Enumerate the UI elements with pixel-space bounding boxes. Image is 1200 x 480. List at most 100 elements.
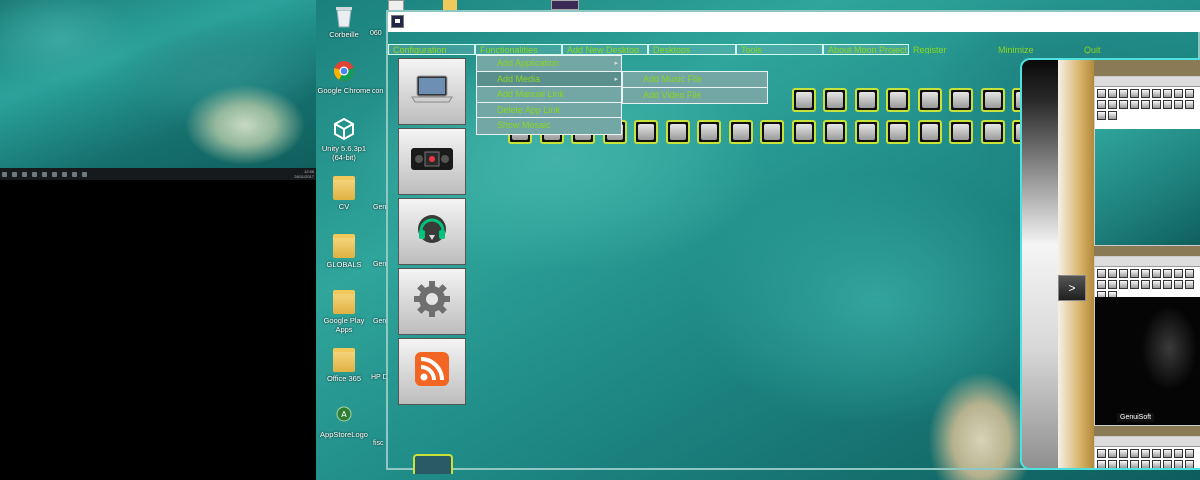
- app-shortcut-tile[interactable]: [823, 88, 847, 112]
- preview-app-icon: [1141, 100, 1150, 109]
- app-shortcut-tile[interactable]: [981, 120, 1005, 144]
- menu-delete-app-link[interactable]: Delete App Link: [477, 103, 621, 118]
- app-shortcut-icon: [890, 92, 906, 108]
- app-shortcut-tile[interactable]: [918, 120, 942, 144]
- left-monitor: 12:55 28/11/2017: [0, 0, 316, 480]
- desktop-icon-unity[interactable]: Unity 5.6.3p1 (64-bit): [316, 117, 372, 162]
- preview-app-icon: [1097, 460, 1106, 468]
- app-shortcut-icon: [985, 92, 1001, 108]
- preview-app-icon: [1108, 449, 1117, 458]
- desktop-icon-label: GLOBALS: [326, 260, 362, 269]
- menu-quit[interactable]: Quit: [1083, 44, 1200, 55]
- app-shortcut-tile[interactable]: [634, 120, 658, 144]
- desktop-icon-label-truncated[interactable]: Gen: [373, 204, 386, 211]
- preview-app-icon: [1119, 89, 1128, 98]
- menu-show-mosaic[interactable]: Show Mosaic: [477, 118, 621, 134]
- menu-desktops[interactable]: Desktops: [648, 44, 736, 55]
- desktop-preview-2[interactable]: GenuiSoft: [1094, 256, 1200, 426]
- app-shortcut-tile[interactable]: [792, 88, 816, 112]
- desktop-icon-globals[interactable]: GLOBALS: [316, 234, 372, 269]
- sidebar-tile-settings[interactable]: [398, 268, 466, 335]
- desktop-icon-label-truncated[interactable]: 060: [370, 30, 382, 37]
- desktop-icon-office-365[interactable]: Office 365: [316, 348, 372, 383]
- app-shortcut-tile[interactable]: [823, 120, 847, 144]
- menu-configuration[interactable]: Configuration: [388, 44, 475, 55]
- app-shortcut-tile[interactable]: [981, 88, 1005, 112]
- app-shortcut-tile[interactable]: [760, 120, 784, 144]
- desktop-icon-cv[interactable]: CV: [316, 176, 372, 211]
- menu-register[interactable]: Register: [909, 44, 996, 55]
- preview-wallpaper: [1095, 297, 1200, 425]
- desktop-icon-label: Corbeille: [329, 30, 359, 39]
- app-shortcut-tile[interactable]: [855, 120, 879, 144]
- add-media-submenu: Add Music File Add Video File: [622, 71, 768, 104]
- taskbar-app-icon[interactable]: [52, 171, 57, 177]
- app-shortcut-tile[interactable]: [666, 120, 690, 144]
- preview-app-icon: [1119, 449, 1128, 458]
- app-shortcut-tile[interactable]: [729, 120, 753, 144]
- menu-functionalities[interactable]: Functionalities: [475, 44, 562, 55]
- preview-app-icon: [1163, 269, 1172, 278]
- desktop-icon-label-truncated[interactable]: con: [372, 88, 383, 95]
- desktop-icon-chrome[interactable]: Google Chrome: [316, 60, 372, 95]
- bottom-tile-partial[interactable]: [413, 454, 453, 474]
- app-shortcut-tile[interactable]: [792, 120, 816, 144]
- app-shortcut-icon: [796, 124, 812, 140]
- preview-app-icon: [1097, 269, 1106, 278]
- app-shortcut-tile[interactable]: [855, 88, 879, 112]
- menu-add-manual-link[interactable]: Add Manual Link: [477, 87, 621, 103]
- start-icon[interactable]: [2, 171, 7, 177]
- preview-app-icon: [1141, 269, 1150, 278]
- partial-app-icon[interactable]: [551, 0, 579, 10]
- desktop-icon-label-truncated[interactable]: Gen: [373, 318, 386, 325]
- menu-tools[interactable]: Tools: [736, 44, 823, 55]
- preview-app-icon: [1097, 280, 1106, 289]
- app-shortcut-tile[interactable]: [697, 120, 721, 144]
- sidebar-tile-rss[interactable]: [398, 338, 466, 405]
- sidebar-tile-media[interactable]: [398, 128, 466, 195]
- menu-minimize[interactable]: Minimize: [996, 44, 1083, 55]
- taskbar-clock[interactable]: 12:55 28/11/2017: [294, 169, 314, 179]
- next-desktop-button[interactable]: >: [1058, 275, 1086, 301]
- menu-add-new-desktop[interactable]: Add New Desktop: [562, 44, 648, 55]
- desktop-icon-recycle-bin[interactable]: Corbeille: [316, 4, 372, 39]
- taskbar-app-icon[interactable]: [72, 171, 77, 177]
- preview-app-icon: [1130, 280, 1139, 289]
- menu-add-media[interactable]: Add Media ▸: [477, 71, 621, 87]
- desktop-icon-label-truncated[interactable]: Gen: [373, 261, 386, 268]
- app-shortcut-icon: [859, 124, 875, 140]
- partial-folder-icon[interactable]: [443, 0, 457, 10]
- menu-about[interactable]: About Moon Project: [823, 44, 909, 55]
- taskbar-app-icon[interactable]: [32, 171, 37, 177]
- preview-app-icon: [1174, 269, 1183, 278]
- desktop-preview-1[interactable]: [1094, 76, 1200, 246]
- app-shortcut-tile[interactable]: [949, 88, 973, 112]
- window-titlebar[interactable]: [388, 12, 1200, 32]
- app-shortcut-icon: [827, 124, 843, 140]
- taskbar-app-icon[interactable]: [82, 171, 87, 177]
- app-icon[interactable]: [391, 15, 404, 28]
- app-shortcut-tile[interactable]: [886, 120, 910, 144]
- app-shortcut-tile[interactable]: [918, 88, 942, 112]
- menu-add-application[interactable]: Add Application ▸: [477, 56, 621, 72]
- menu-add-video-file[interactable]: Add Video File: [623, 88, 767, 104]
- desktop-icon-label-truncated[interactable]: fisc: [373, 440, 384, 447]
- taskbar-app-icon[interactable]: [42, 171, 47, 177]
- preview-app-icon: [1108, 460, 1117, 468]
- app-shortcut-tile[interactable]: [886, 88, 910, 112]
- recycle-bin-icon: [333, 4, 355, 28]
- task-view-icon[interactable]: [22, 171, 27, 177]
- app-shortcut-tile[interactable]: [949, 120, 973, 144]
- search-icon[interactable]: [12, 171, 17, 177]
- desktop-preview-3[interactable]: [1094, 436, 1200, 468]
- sidebar-tile-audio[interactable]: [398, 198, 466, 265]
- preview-app-icon: [1163, 460, 1172, 468]
- desktop-icon-appstore-logo[interactable]: A AppStoreLogo: [316, 404, 372, 439]
- preview-app-icon: [1163, 100, 1172, 109]
- menu-add-music-file[interactable]: Add Music File: [623, 72, 767, 88]
- sidebar-tile-laptop[interactable]: [398, 58, 466, 125]
- desktop-icon-google-play-apps[interactable]: Google Play Apps: [316, 290, 372, 334]
- preview-app-icon: [1097, 89, 1106, 98]
- taskbar-app-icon[interactable]: [62, 171, 67, 177]
- preview-app-icon: [1185, 269, 1194, 278]
